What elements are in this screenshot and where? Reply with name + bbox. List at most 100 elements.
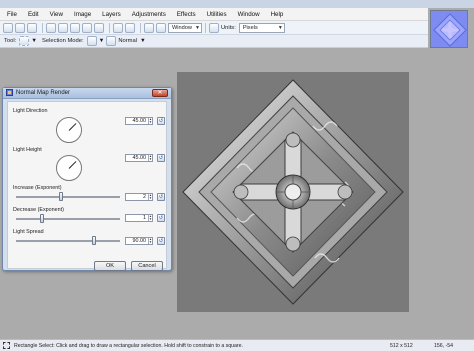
slider-track [16,218,120,220]
slider-track [16,240,120,242]
ruler-icon[interactable] [209,22,219,33]
chevron-down-icon[interactable]: ▼ [99,38,105,44]
reset-icon[interactable]: ↺ [157,214,165,222]
window-combo[interactable]: Window ▼ [168,22,202,33]
units-label: Units: [221,24,236,31]
undo-icon[interactable] [113,22,123,33]
selection-icon[interactable] [19,36,30,46]
deselect-icon[interactable] [94,22,104,33]
spinner-icon[interactable]: ▲ ▼ [148,238,152,244]
menu-file[interactable]: File [7,11,17,18]
increase-input[interactable]: 2 ▲ ▼ [125,193,153,201]
selection-icon [3,342,10,349]
dialog-titlebar[interactable]: Normal Map Render ✕ [3,88,171,99]
window-title-strip [0,0,474,8]
light-spread-value: 90.00 [132,238,147,244]
window-combo-value: Window [172,24,192,31]
canvas-image[interactable] [177,72,409,312]
light-direction-input[interactable]: 45.00 ▲ ▼ [125,117,153,125]
open-icon[interactable] [15,22,25,33]
crop-icon[interactable] [82,22,92,33]
menu-window[interactable]: Window [238,11,260,18]
spinner-icon[interactable]: ▲ ▼ [148,215,152,221]
decrease-value: 1 [143,215,146,221]
spinner-icon[interactable]: ▲ ▼ [148,155,152,161]
light-direction-value: 45.00 [132,118,147,124]
light-spread-label: Light Spread [13,229,44,235]
dial-hand [68,123,77,131]
dialog-body: Light Direction 45.00 ▲ ▼ ↺ Light Height … [7,101,167,271]
toolbar-divider [205,22,206,33]
cursor-position-readout: 156, -54 [434,342,454,349]
light-direction-dial[interactable] [56,117,82,143]
reset-icon[interactable]: ↺ [157,237,165,245]
menu-effects[interactable]: Effects [177,11,196,18]
zoom-icon[interactable] [156,22,166,33]
decrease-input[interactable]: 1 ▲ ▼ [125,214,153,222]
increase-value: 2 [143,194,146,200]
menu-help[interactable]: Help [271,11,284,18]
close-icon[interactable]: ✕ [152,89,168,97]
units-combo[interactable]: Pixels ▼ [238,22,285,33]
chevron-down-icon: ▼ [277,24,283,31]
redo-icon[interactable] [125,22,135,33]
plugin-icon [6,88,13,98]
toolbar-divider [140,22,141,33]
ok-button[interactable]: OK [94,261,126,271]
normal-map-render-dialog: Normal Map Render ✕ Light Direction 45.0… [2,87,172,271]
slider-knob[interactable] [92,236,96,245]
reset-icon[interactable]: ↺ [157,117,165,125]
chevron-down-icon: ▼ [195,24,200,31]
reset-icon[interactable]: ↺ [157,193,165,201]
slider-knob[interactable] [40,214,44,223]
increase-slider[interactable] [16,192,120,201]
menu-utilities[interactable]: Utilities [207,11,227,18]
grid-icon[interactable] [144,22,154,33]
toolbar-divider [42,22,43,33]
light-spread-input[interactable]: 90.00 ▲ ▼ [125,237,153,245]
tool-options-bar: Tool: ▼ Selection Mode: ▼ Normal ▼ [0,35,428,48]
decrease-slider[interactable] [16,214,120,223]
image-thumbnail[interactable] [430,10,468,48]
units-combo-value: Pixels [242,24,258,31]
spinner-icon[interactable]: ▲ ▼ [148,194,152,200]
save-icon[interactable] [27,22,37,33]
status-hint: Rectangle Select: Click and drag to draw… [14,342,243,349]
copy-icon[interactable] [58,22,68,33]
cancel-button[interactable]: Cancel [131,261,163,271]
slider-track [16,196,120,198]
selection-mode-label: Selection Mode: [42,38,84,44]
dial-hand [68,161,77,169]
increase-label: Increase (Exponent) [13,185,62,191]
menu-layers[interactable]: Layers [102,11,121,18]
chevron-down-icon[interactable]: ▼ [31,38,37,44]
menu-adjustments[interactable]: Adjustments [132,11,166,18]
toolbar-divider [109,22,110,33]
slider-knob[interactable] [59,192,63,201]
light-spread-slider[interactable] [16,236,120,245]
selection-mode-icon[interactable] [86,36,97,46]
reset-icon[interactable]: ↺ [157,154,165,162]
new-icon[interactable] [3,22,13,33]
chevron-down-icon[interactable]: ▼ [140,38,146,44]
light-direction-label: Light Direction [13,108,48,114]
main-toolbar: Window ▼ Units: Pixels ▼ [0,21,428,35]
spinner-icon[interactable]: ▲ ▼ [148,118,152,124]
menu-image[interactable]: Image [74,11,91,18]
mode-value[interactable]: Normal [118,38,137,44]
menu-bar: File Edit View Image Layers Adjustments … [0,8,428,21]
paste-icon[interactable] [70,22,80,33]
light-height-value: 45.00 [132,155,147,161]
light-height-label: Light Height [13,147,42,153]
light-height-input[interactable]: 45.00 ▲ ▼ [125,154,153,162]
status-bar: Rectangle Select: Click and drag to draw… [0,339,474,351]
cut-icon[interactable] [46,22,56,33]
image-size-readout: 512 x 512 [390,342,413,349]
antialias-icon[interactable] [106,36,117,46]
light-height-dial[interactable] [56,155,82,181]
menu-edit[interactable]: Edit [28,11,39,18]
decrease-label: Decrease (Exponent) [13,207,64,213]
dialog-title: Normal Map Render [16,90,71,96]
menu-view[interactable]: View [50,11,63,18]
tool-label: Tool: [4,38,17,44]
